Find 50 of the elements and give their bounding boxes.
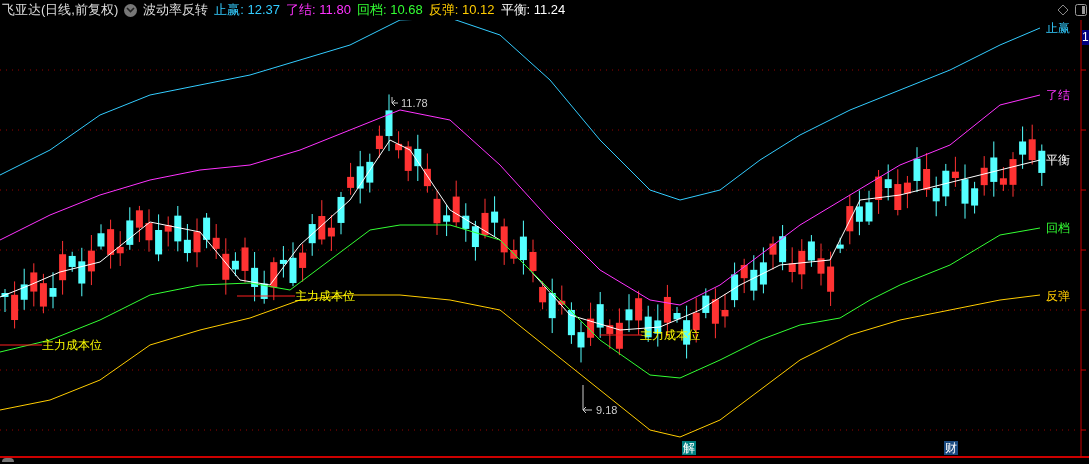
- line-label: 回档: [1046, 221, 1070, 235]
- candlestick: [49, 271, 57, 309]
- price-annotation: 11.78: [401, 97, 428, 109]
- candlestick: [865, 190, 873, 226]
- dropdown-icon[interactable]: [2, 458, 14, 462]
- candlestick: [913, 146, 921, 193]
- candlestick: [529, 239, 537, 283]
- line-label: 了结: [1046, 88, 1070, 102]
- candlestick: [433, 190, 441, 236]
- candlestick: [385, 93, 393, 152]
- indicator-name: 波动率反转: [143, 1, 209, 20]
- candlestick: [961, 163, 969, 220]
- candlestick: [1038, 144, 1046, 187]
- axis-label: 1: [1082, 30, 1089, 45]
- line-label: 平衡: [1046, 153, 1070, 167]
- indicator-reading: 止赢: 12.37: [214, 1, 281, 20]
- indicator-reading: 回档: 10.68: [356, 1, 423, 20]
- candlestick: [337, 191, 345, 235]
- price-annotation: 9.18: [596, 404, 618, 416]
- line-label: 反弹: [1046, 289, 1070, 303]
- candlestick: [625, 293, 633, 333]
- cost-line: [236, 295, 296, 297]
- candlestick: [145, 208, 153, 253]
- cost-line: [599, 334, 643, 336]
- leader-line: [391, 96, 399, 107]
- candlestick: [481, 198, 489, 239]
- candlestick: [241, 237, 249, 283]
- candlestick: [1, 288, 9, 313]
- event-marker[interactable]: 解: [682, 441, 696, 455]
- diamond-icon[interactable]: [1057, 4, 1069, 16]
- dropdown-icon[interactable]: [124, 3, 138, 17]
- candlestick: [193, 217, 201, 268]
- stock-title: 飞亚达(日线,前复权): [2, 1, 119, 20]
- candlestick: [769, 236, 777, 271]
- indicator-reading: 了结: 11.80: [286, 1, 351, 20]
- indicator-reading: 平衡: 11.24: [500, 1, 566, 20]
- indicator-reading: 反弹: 10.12: [428, 1, 495, 20]
- candlestick: [577, 320, 585, 363]
- event-marker[interactable]: 财: [944, 441, 958, 455]
- candlestick: [1009, 151, 1017, 198]
- line-label: 止赢: [1046, 21, 1070, 35]
- candlestick: [817, 243, 825, 286]
- cost-line: [0, 344, 43, 346]
- leader-line: [582, 384, 593, 414]
- candlestick: [97, 223, 105, 251]
- candlestick: [673, 306, 681, 324]
- panel-icon[interactable]: [1075, 4, 1087, 16]
- candlestick: [721, 293, 729, 329]
- candlestick: [289, 241, 297, 287]
- cost-label: 主力成本位: [42, 338, 102, 352]
